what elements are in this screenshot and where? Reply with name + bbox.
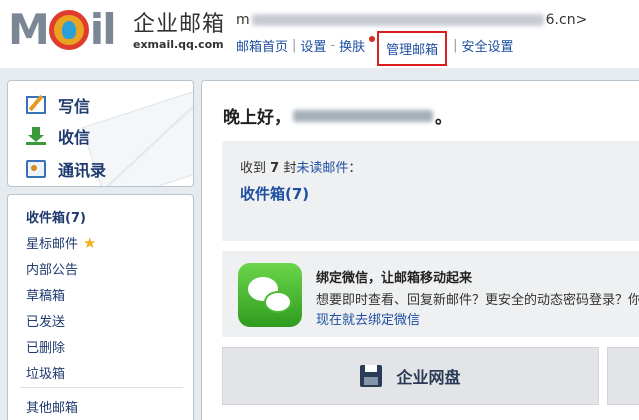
wechat-description: 想要即时查看、回复新邮件？更安全的动态密码登录？你 <box>316 293 639 308</box>
enterprise-disk-button[interactable]: 企业网盘 <box>222 347 599 405</box>
logo-letter-m: M <box>8 5 50 54</box>
download-icon <box>26 127 46 145</box>
folder-sent[interactable]: 已发送 <box>26 311 65 330</box>
account-address: m 6.cn> <box>236 12 587 28</box>
main-panel: 晚上好， 。 收到 7 封未读邮件： 收件箱(7) 绑定微信，让邮箱移动起来 想… <box>201 80 639 420</box>
folder-starred[interactable]: 星标邮件 ★ <box>26 233 97 253</box>
folder-starred-label: 星标邮件 <box>26 237 79 252</box>
manage-highlight-box: 管理邮箱 <box>377 30 448 66</box>
nav-separator: | <box>292 37 297 53</box>
nav-skin[interactable]: 换肤 <box>339 36 365 55</box>
wechat-title: 绑定微信，让邮箱移动起来 <box>316 271 473 286</box>
unread-summary: 收到 7 封未读邮件： 收件箱(7) <box>222 141 639 241</box>
nav-separator: - <box>330 37 336 53</box>
account-suffix: 6.cn> <box>545 12 588 28</box>
nav-security-settings[interactable]: 安全设置 <box>462 36 514 55</box>
folder-divider <box>20 387 183 388</box>
account-redacted <box>251 14 544 26</box>
contact-card-icon <box>26 160 46 178</box>
unread-mail-link[interactable]: 未读邮件 <box>296 161 348 176</box>
account-prefix: m <box>236 12 250 28</box>
username-redacted <box>293 109 433 122</box>
unread-prefix: 收到 <box>240 161 267 176</box>
unread-mid: 封 <box>283 161 297 176</box>
inbox-link[interactable]: 收件箱(7) <box>240 183 309 204</box>
brand-name: 企业邮箱 <box>133 12 226 37</box>
nav-separator: | <box>453 37 458 53</box>
logo-letters-il: il <box>89 5 117 54</box>
nav-home[interactable]: 邮箱首页 <box>236 36 288 55</box>
floppy-disk-icon <box>360 365 383 387</box>
greeting-text: 晚上好， <box>223 108 291 128</box>
folder-spam[interactable]: 垃圾箱 <box>26 363 65 382</box>
header: Mil 企业邮箱 exmail.qq.com m 6.cn> 邮箱首页 | 设置… <box>0 0 639 68</box>
nav-settings[interactable]: 设置 <box>300 36 326 55</box>
brand-url: exmail.qq.com <box>133 38 224 51</box>
star-icon: ★ <box>83 233 97 252</box>
quick-actions-panel: 写信 收信 通讯录 <box>7 80 194 187</box>
folder-drafts[interactable]: 草稿箱 <box>26 285 65 304</box>
wechat-icon <box>238 263 302 327</box>
bind-wechat-link[interactable]: 现在就去绑定微信 <box>316 309 420 328</box>
receive-mail-button[interactable]: 收信 <box>26 124 90 148</box>
folder-inbox[interactable]: 收件箱(7) <box>26 207 86 226</box>
brand: 企业邮箱 exmail.qq.com <box>133 12 225 52</box>
enterprise-disk-label: 企业网盘 <box>396 368 461 387</box>
unread-count: 7 <box>270 161 280 176</box>
nav-manage-mailbox[interactable]: 管理邮箱 <box>386 43 438 58</box>
logo-o-icon <box>48 10 89 50</box>
folder-deleted[interactable]: 已删除 <box>26 337 65 356</box>
write-mail-button[interactable]: 写信 <box>26 93 90 117</box>
greeting: 晚上好， 。 <box>223 103 452 128</box>
wechat-bubble-icon <box>264 291 292 313</box>
wechat-bind-panel: 绑定微信，让邮箱移动起来 想要即时查看、回复新邮件？更安全的动态密码登录？你 现… <box>222 251 639 337</box>
unread-line: 收到 7 封未读邮件： <box>240 157 361 176</box>
contacts-button[interactable]: 通讯录 <box>26 157 106 181</box>
folder-other[interactable]: 其他邮箱 <box>26 397 78 416</box>
top-nav: 邮箱首页 | 设置 - 换肤 管理邮箱 | 安全设置 <box>236 30 514 66</box>
secondary-tile-button[interactable] <box>607 347 639 405</box>
contacts-label: 通讯录 <box>58 161 107 180</box>
logo[interactable]: Mil <box>8 5 117 54</box>
receive-label: 收信 <box>58 128 91 147</box>
write-label: 写信 <box>58 97 91 116</box>
folder-announcements[interactable]: 内部公告 <box>26 259 78 278</box>
greeting-tail: 。 <box>435 108 452 128</box>
folder-list: 收件箱(7) 星标邮件 ★ 内部公告 草稿箱 已发送 已删除 垃圾箱 其他邮箱 <box>7 194 194 420</box>
pencil-icon <box>26 96 46 114</box>
notification-dot <box>369 36 376 42</box>
unread-colon: ： <box>348 161 362 176</box>
